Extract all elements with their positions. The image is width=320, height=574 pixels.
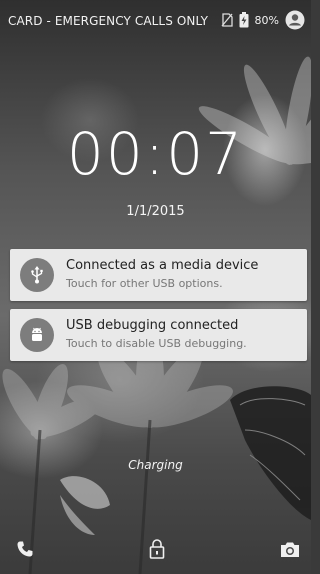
- lock-icon[interactable]: [149, 538, 165, 560]
- notification-usb-debugging[interactable]: USB debugging connected Touch to disable…: [10, 309, 307, 361]
- charging-label: Charging: [128, 458, 183, 472]
- status-bar: CARD - EMERGENCY CALLS ONLY 80%: [0, 0, 311, 44]
- notification-title: Connected as a media device: [66, 258, 259, 273]
- notification-icon-circle: [20, 258, 54, 292]
- android-icon: [32, 327, 42, 341]
- phone-icon[interactable]: [16, 540, 34, 558]
- notification-usb-media[interactable]: Connected as a media device Touch for ot…: [10, 249, 307, 301]
- camera-icon[interactable]: [280, 541, 300, 558]
- notification-subtitle: Touch for other USB options.: [66, 277, 223, 290]
- usb-icon: [31, 266, 43, 284]
- battery-charging-icon: [239, 12, 249, 28]
- battery-percent: 80%: [254, 13, 279, 27]
- user-avatar-icon[interactable]: [285, 10, 305, 30]
- carrier-text: CARD - EMERGENCY CALLS ONLY: [8, 14, 209, 28]
- lockscreen-date: 1/1/2015: [126, 204, 185, 219]
- lockscreen-clock: 00:07: [66, 120, 245, 188]
- notification-subtitle: Touch to disable USB debugging.: [66, 337, 247, 350]
- no-sim-icon: [221, 13, 233, 27]
- notification-title: USB debugging connected: [66, 318, 239, 333]
- status-icons: 80%: [221, 10, 305, 30]
- notification-icon-circle: [20, 318, 54, 352]
